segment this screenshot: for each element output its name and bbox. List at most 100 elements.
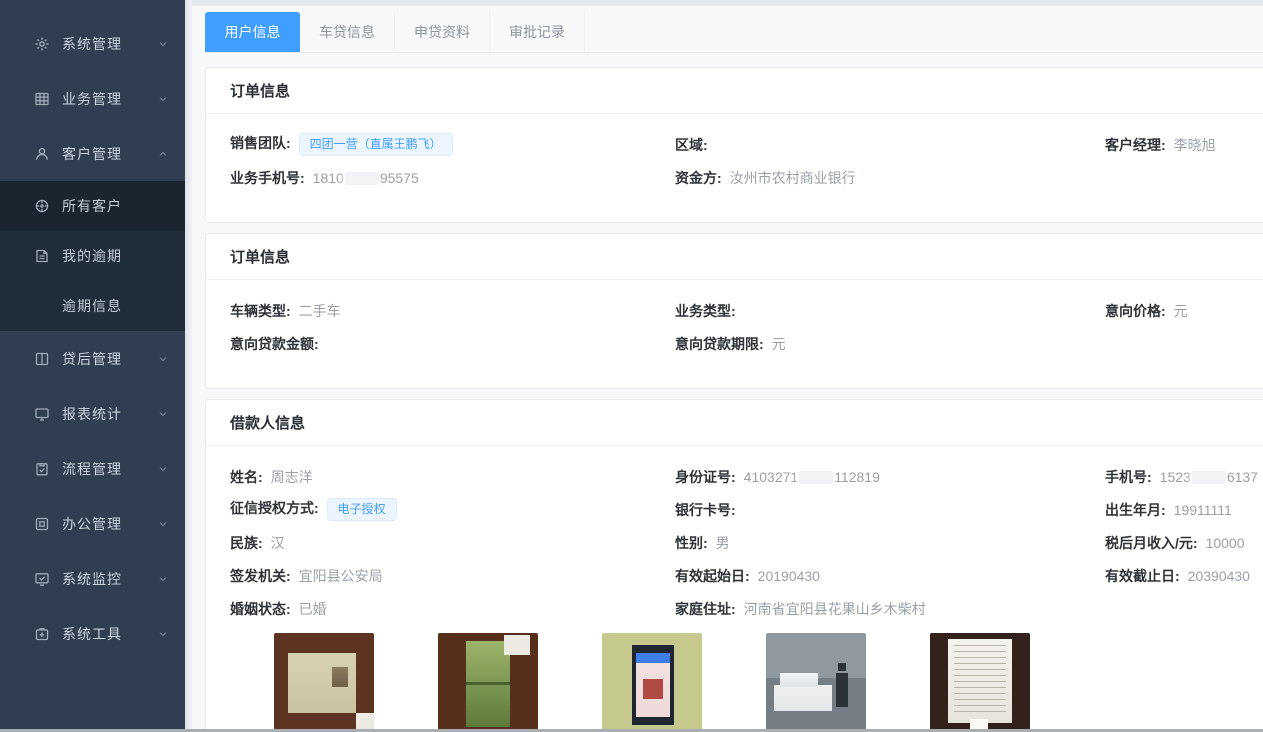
tag-badge: 四团一营（直属王鹏飞） <box>299 133 453 156</box>
field-label: 有效截止日: <box>1105 568 1180 584</box>
monitor-icon <box>34 406 50 422</box>
sidebar-item-label: 流程管理 <box>62 459 122 479</box>
field-value: 元 <box>772 336 786 352</box>
field-label: 意向价格: <box>1105 303 1166 319</box>
field-label: 家庭住址: <box>675 601 736 617</box>
id-card-photo-thumbnail[interactable] <box>274 633 374 729</box>
info-field: 婚姻状态:已婚 <box>230 599 675 619</box>
sidebar-submenu: 所有客户我的逾期逾期信息 <box>0 181 185 331</box>
photo-item: 补充材料 <box>930 633 1030 729</box>
field-value: 汉 <box>271 535 285 551</box>
cards: 订单信息销售团队:四团一营（直属王鹏飞）区域:客户经理:李晓旭业务手机号:181… <box>205 67 1263 729</box>
sidebar-subitem-label: 我的逾期 <box>62 246 122 266</box>
field-label: 销售团队: <box>230 135 291 151</box>
field-label: 民族: <box>230 535 263 551</box>
sidebar-item-label: 业务管理 <box>62 89 122 109</box>
sidebar-scrollbar-gutter[interactable] <box>185 0 192 729</box>
field-label: 手机号: <box>1105 469 1152 485</box>
info-field: 有效起始日: 20190430 <box>675 566 1105 586</box>
field-label: 客户经理: <box>1105 137 1166 153</box>
sidebar-item-system-mgmt[interactable]: 系统管理 <box>0 16 185 71</box>
info-field: 出生年月: 19911111 <box>1105 500 1263 520</box>
redacted-value-mask <box>345 172 379 185</box>
sidebar-subitem-all-customers[interactable]: 所有客户 <box>0 181 185 231</box>
card-body: 车辆类型:二手车业务类型:意向价格:元意向贷款金额:意向贷款期限:元 <box>206 280 1263 388</box>
chevron-down-icon <box>157 38 169 50</box>
field-row: 销售团队:四团一营（直属王鹏飞）区域:客户经理:李晓旭 <box>230 128 1263 161</box>
card-order-info-1: 订单信息销售团队:四团一营（直属王鹏飞）区域:客户经理:李晓旭业务手机号:181… <box>205 67 1263 223</box>
sidebar-item-business-mgmt[interactable]: 业务管理 <box>0 71 185 126</box>
photo-gallery: 身份证驾驶证照片授权二维码人车照补充材料 <box>274 633 1263 729</box>
field-value: 181095575 <box>313 170 419 186</box>
field-label: 出生年月: <box>1105 502 1166 518</box>
info-field: 身份证号:4103271112819 <box>675 467 1105 487</box>
chevron-down-icon <box>157 518 169 530</box>
sidebar-item-customer-mgmt[interactable]: 客户管理 <box>0 126 185 181</box>
photo-item: 人车照 <box>766 633 866 729</box>
redacted-value-mask <box>1192 471 1226 484</box>
info-field: 客户经理:李晓旭 <box>1105 135 1263 155</box>
info-field: 业务类型: <box>675 301 1105 321</box>
card-body: 姓名:周志洋身份证号:4103271112819手机号:15236137征信授权… <box>206 446 1263 729</box>
info-field: 家庭住址:河南省宜阳县花果山乡木柴村 <box>675 599 1105 619</box>
field-value: 10000 <box>1206 535 1245 551</box>
sidebar-subitem-my-overdue[interactable]: 我的逾期 <box>0 231 185 281</box>
field-value: 20190430 <box>758 568 820 584</box>
field-label: 业务手机号: <box>230 170 305 186</box>
tab-car-loan-info[interactable]: 车贷信息 <box>300 12 395 52</box>
card-title: 订单信息 <box>206 234 1263 280</box>
sidebar-item-post-loan-mgmt[interactable]: 贷后管理 <box>0 331 185 386</box>
photo-item: 授权二维码 <box>602 633 702 729</box>
info-field: 性别:男 <box>675 533 1105 553</box>
info-field: 意向贷款期限: 元 <box>675 334 1105 354</box>
field-label: 意向贷款期限: <box>675 336 764 352</box>
field-row: 车辆类型:二手车业务类型:意向价格:元 <box>230 294 1263 327</box>
info-field: 征信授权方式:电子授权 <box>230 498 675 521</box>
tab-bar: 用户信息车贷信息申贷资料审批记录 <box>205 12 1263 53</box>
field-row: 婚姻状态:已婚家庭住址:河南省宜阳县花果山乡木柴村 <box>230 592 1263 625</box>
info-field: 手机号:15236137 <box>1105 467 1263 487</box>
field-value: 周志洋 <box>271 469 313 485</box>
gear-icon <box>34 36 50 52</box>
sidebar-item-system-tools[interactable]: 系统工具 <box>0 606 185 661</box>
sidebar-item-process-mgmt[interactable]: 流程管理 <box>0 441 185 496</box>
info-field: 签发机关:宜阳县公安局 <box>230 566 675 586</box>
field-value: 4103271112819 <box>744 469 880 485</box>
field-value: 19911111 <box>1174 502 1232 518</box>
field-value: 汝州市农村商业银行 <box>730 170 856 186</box>
value-prefix: 4103271 <box>744 469 799 485</box>
tab-loan-apply-docs[interactable]: 申贷资料 <box>395 12 490 52</box>
info-field: 民族: 汉 <box>230 533 675 553</box>
info-field: 银行卡号: <box>675 500 1105 520</box>
extra-doc-photo-thumbnail[interactable] <box>930 633 1030 729</box>
field-row: 征信授权方式:电子授权银行卡号: 出生年月: 19911111 <box>230 493 1263 526</box>
toolbox-icon <box>34 626 50 642</box>
card-title: 借款人信息 <box>206 400 1263 446</box>
field-label: 业务类型: <box>675 303 736 319</box>
card-order-info-2: 订单信息车辆类型:二手车业务类型:意向价格:元意向贷款金额:意向贷款期限:元 <box>205 233 1263 389</box>
person-car-photo-thumbnail[interactable] <box>766 633 866 729</box>
tab-approval-records[interactable]: 审批记录 <box>490 12 585 52</box>
sidebar-subitem-overdue-info[interactable]: 逾期信息 <box>0 281 185 331</box>
field-value: 男 <box>716 535 730 551</box>
chevron-down-icon <box>157 628 169 640</box>
grid-icon <box>34 91 50 107</box>
field-label: 税后月收入/元: <box>1105 535 1198 551</box>
field-value: 已婚 <box>299 601 327 617</box>
field-label: 银行卡号: <box>675 502 736 518</box>
drivers-license-photo-thumbnail[interactable] <box>438 633 538 729</box>
field-row: 意向贷款金额:意向贷款期限:元 <box>230 327 1263 360</box>
sidebar-item-office-mgmt[interactable]: 办公管理 <box>0 496 185 551</box>
info-field: 车辆类型:二手车 <box>230 301 675 321</box>
field-label: 有效起始日: <box>675 568 750 584</box>
sidebar-item-report-stats[interactable]: 报表统计 <box>0 386 185 441</box>
field-label: 征信授权方式: <box>230 500 319 516</box>
auth-qr-photo-thumbnail[interactable] <box>602 633 702 729</box>
photo-item: 身份证 <box>274 633 374 729</box>
chevron-down-icon <box>157 463 169 475</box>
chevron-down-icon <box>157 93 169 105</box>
sidebar-item-system-monitor[interactable]: 系统监控 <box>0 551 185 606</box>
sidebar-item-label: 贷后管理 <box>62 349 122 369</box>
sidebar-item-label: 办公管理 <box>62 514 122 534</box>
tab-user-info[interactable]: 用户信息 <box>205 12 300 52</box>
